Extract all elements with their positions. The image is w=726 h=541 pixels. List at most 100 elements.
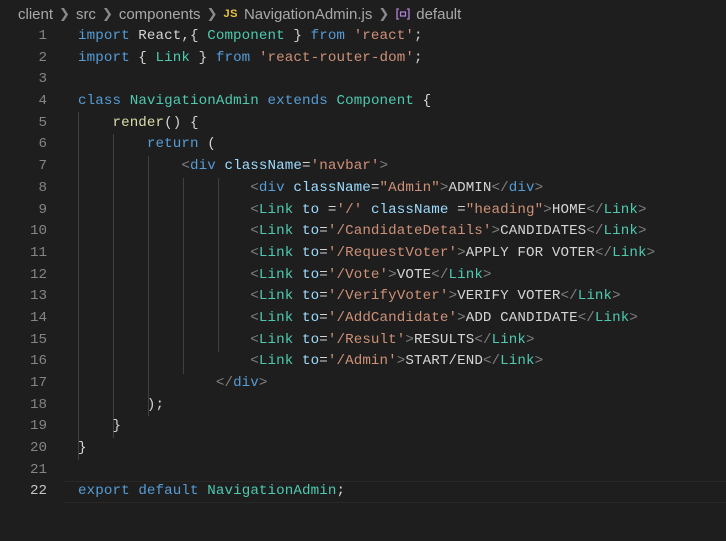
line-number: 15 (29, 331, 47, 348)
code-token: < (250, 331, 259, 348)
code-line[interactable]: 20} (0, 438, 726, 460)
line-number: 14 (29, 309, 47, 326)
code-token: < (250, 266, 259, 283)
code-token: RESULTS (414, 331, 475, 348)
chevron-right-icon: ❯ (378, 6, 390, 21)
code-area[interactable]: 1 import React,{ Component } from 'react'… (0, 26, 726, 504)
code-line[interactable]: 9 <Link to ='/' className ="heading">HOM… (0, 200, 726, 222)
code-token: Component (207, 28, 285, 44)
code-token: class (78, 93, 122, 110)
breadcrumb-item-src[interactable]: src (76, 6, 96, 23)
code-text: import { Link } from 'react-router-dom'; (78, 48, 423, 70)
code-line[interactable]: 2 import { Link } from 'react-router-dom'… (0, 48, 726, 70)
code-token: > (258, 375, 268, 391)
line-number: 6 (38, 136, 47, 153)
code-text: import React,{ Component } from 'react'; (78, 26, 423, 48)
line-number: 20 (29, 440, 47, 457)
code-token: "heading" (465, 201, 544, 218)
code-line[interactable]: 22 export default NavigationAdmin; (0, 481, 726, 504)
code-line[interactable]: 7 <div className='navbar'> (0, 156, 726, 178)
code-token: Link (594, 309, 630, 326)
code-line[interactable]: 14 <Link to='/AddCandidate'>ADD CANDIDAT… (0, 308, 726, 330)
breadcrumb-item-file[interactable]: NavigationAdmin.js (244, 6, 372, 23)
code-token: } (284, 28, 311, 44)
code-line[interactable]: 8 <div className="Admin">ADMIN</div> (0, 178, 726, 200)
code-token: </ (577, 309, 595, 326)
code-line[interactable]: 4 class NavigationAdmin extends Component… (0, 91, 726, 113)
code-token: Link (258, 201, 294, 218)
code-token: } (190, 49, 216, 66)
line-number: 4 (38, 93, 47, 110)
code-token: </ (431, 266, 449, 283)
code-line[interactable]: 6 return ( (0, 134, 726, 156)
line-number: 11 (29, 244, 47, 261)
code-text: <div className='navbar'> (78, 156, 388, 178)
code-token: '/Admin' (327, 353, 397, 370)
code-token: { (129, 49, 156, 66)
code-line[interactable]: 18 ); (0, 395, 726, 417)
code-token: to (302, 309, 320, 326)
code-token: </ (215, 375, 234, 391)
code-line[interactable]: 11 <Link to='/RequestVoter'>APPLY FOR VO… (0, 243, 726, 265)
code-token: </ (491, 179, 509, 196)
code-token: = (319, 266, 328, 283)
code-line[interactable]: 12 <Link to='/Vote'>VOTE</Link> (0, 265, 726, 287)
code-token: from (215, 49, 251, 66)
breadcrumb-item-components[interactable]: components (119, 6, 201, 23)
code-token: Link (258, 288, 294, 305)
code-token: = (448, 201, 466, 218)
code-text: } (78, 416, 121, 438)
code-token: '/VerifyVoter' (327, 288, 449, 305)
code-token: Link (258, 223, 294, 240)
chevron-right-icon: ❯ (206, 6, 218, 21)
code-line[interactable]: 5 render() { (0, 113, 726, 135)
code-line[interactable]: 21 (0, 460, 726, 482)
code-token: to (302, 223, 320, 240)
code-token: to (302, 288, 320, 305)
code-token: { (414, 93, 432, 110)
code-line[interactable]: 16 <Link to='/Admin'>START/END</Link> (0, 351, 726, 373)
line-number: 22 (29, 483, 47, 500)
line-number: 18 (29, 396, 47, 413)
code-text: return ( (78, 134, 216, 156)
code-token: Link (603, 223, 638, 240)
code-token: NavigationAdmin (129, 93, 259, 110)
code-text: <Link to='/Admin'>START/END</Link> (78, 351, 543, 373)
code-token: = (319, 244, 328, 261)
code-text: <Link to='/AddCandidate'>ADD CANDIDATE</… (78, 308, 638, 330)
code-token: render (112, 114, 165, 131)
code-line[interactable]: 1 import React,{ Component } from 'react'… (0, 26, 726, 48)
code-line[interactable]: 13 <Link to='/VerifyVoter'>VERIFY VOTER<… (0, 286, 726, 308)
code-token: = (319, 309, 328, 326)
line-number: 16 (29, 353, 47, 370)
code-token: < (250, 223, 259, 240)
code-line[interactable]: 10 <Link to='/CandidateDetails'>CANDIDAT… (0, 221, 726, 243)
code-line[interactable]: 3 (0, 69, 726, 91)
code-editor[interactable]: client ❯ src ❯ components ❯ JS Navigatio… (0, 0, 726, 541)
code-token: ); (78, 396, 165, 413)
code-line[interactable]: 15 <Link to='/Result'>RESULTS</Link> (0, 330, 726, 352)
code-line[interactable]: 17 </div> (0, 373, 726, 395)
code-token: className (224, 158, 302, 175)
code-token: ; (336, 483, 346, 500)
code-token: = (319, 288, 328, 305)
breadcrumb-item-client[interactable]: client (18, 6, 53, 23)
code-token: > (388, 266, 397, 283)
code-token: default (138, 483, 199, 500)
breadcrumb-item-symbol[interactable]: default (416, 6, 461, 23)
code-token: ( (198, 136, 216, 153)
code-token: div (508, 179, 535, 196)
code-line[interactable]: 19 } (0, 416, 726, 438)
code-token: > (405, 331, 415, 348)
code-token: = (370, 179, 380, 196)
code-token: ; (414, 28, 423, 44)
code-token: ADMIN (448, 179, 492, 196)
